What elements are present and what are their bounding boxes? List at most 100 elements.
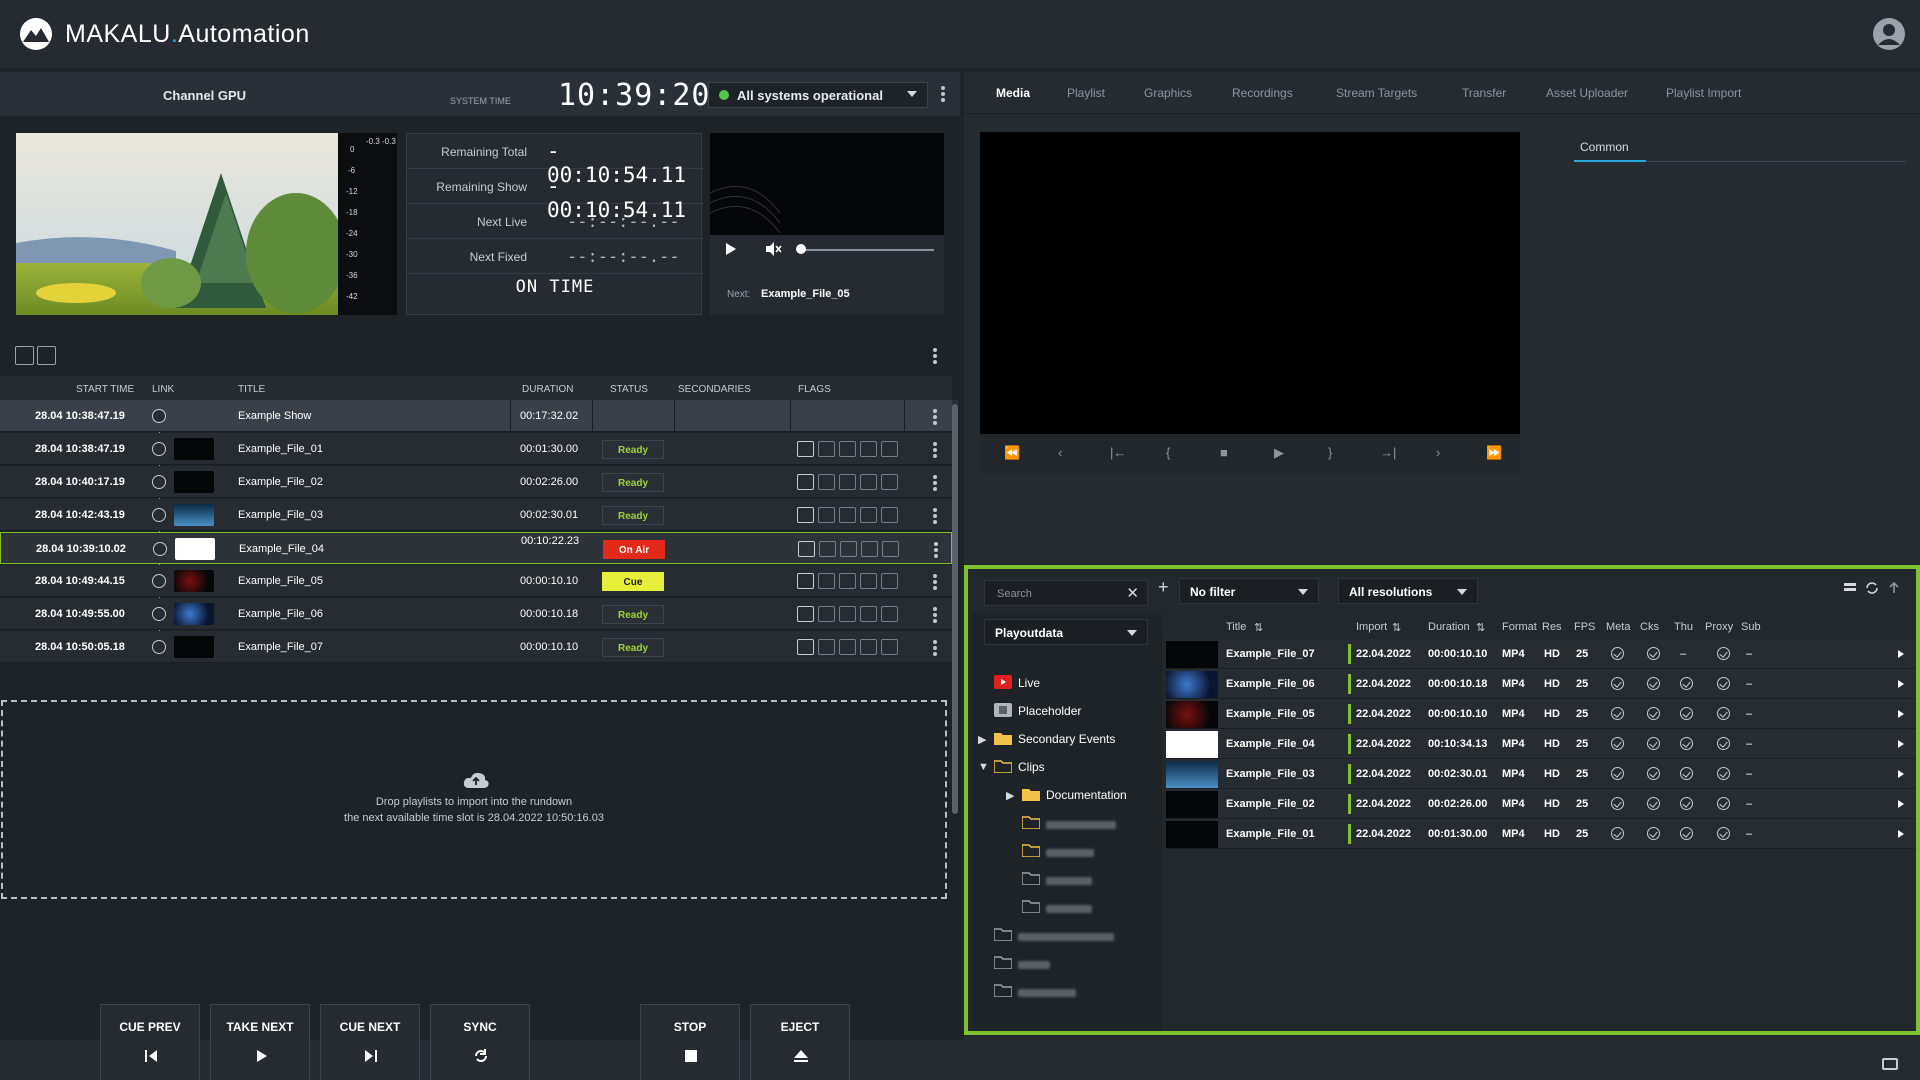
subtitle-flag-icon[interactable] (797, 573, 814, 589)
mark-out-icon[interactable]: } (1328, 445, 1332, 460)
search-input[interactable]: Search ✕ (984, 580, 1148, 606)
col-thu[interactable]: Thu (1674, 621, 1693, 633)
sort-icon[interactable]: ⇅ (1392, 621, 1401, 634)
upload-icon[interactable] (1887, 581, 1901, 595)
col-status[interactable]: STATUS (610, 384, 648, 395)
col-duration[interactable]: DURATION (522, 384, 573, 395)
col-meta[interactable]: Meta (1606, 621, 1630, 633)
chevron-down-icon[interactable]: ▼ (978, 761, 989, 773)
col-secondaries[interactable]: SECONDARIES (678, 384, 751, 395)
mute-icon[interactable] (764, 240, 782, 258)
rewind-fast-icon[interactable]: ⏪ (1004, 445, 1020, 461)
col-title[interactable]: Title (1226, 621, 1246, 633)
volume-slider-handle[interactable] (796, 244, 806, 254)
source-dropdown[interactable]: Playoutdata (984, 619, 1148, 645)
tab-playlist-import[interactable]: Playlist Import (1666, 86, 1741, 100)
chevron-right-icon[interactable]: ▶ (978, 733, 986, 746)
row-menu-icon[interactable] (934, 542, 938, 558)
play-icon[interactable] (1898, 770, 1904, 778)
col-format[interactable]: Format (1502, 621, 1537, 633)
tab-playlist[interactable]: Playlist (1067, 86, 1105, 100)
subtitle-flag-icon[interactable] (797, 639, 814, 655)
window-icon[interactable] (1882, 1058, 1898, 1070)
refresh-icon[interactable] (1865, 581, 1879, 595)
col-sub[interactable]: Sub (1741, 621, 1761, 633)
playlist-drop-zone[interactable]: Drop playlists to import into the rundow… (1, 700, 947, 899)
media-row[interactable]: Example_File_06 22.04.2022 00:00:10.18 M… (1166, 669, 1916, 699)
col-start-time[interactable]: START TIME (76, 384, 134, 395)
system-status-dropdown[interactable]: All systems operational (708, 82, 928, 108)
channel-menu-icon[interactable] (941, 86, 945, 102)
col-res[interactable]: Res (1542, 621, 1562, 633)
play-icon[interactable] (1898, 740, 1904, 748)
rundown-scrollbar[interactable] (952, 400, 958, 814)
go-to-out-icon[interactable]: →| (1380, 445, 1396, 460)
col-proxy[interactable]: Proxy (1705, 621, 1733, 633)
col-flags[interactable]: FLAGS (798, 384, 831, 395)
subtitle-flag-icon[interactable] (797, 474, 814, 490)
row-menu-icon[interactable] (933, 409, 937, 425)
add-icon[interactable]: + (1158, 577, 1169, 598)
eject-button[interactable]: EJECT (750, 1004, 850, 1080)
step-forward-icon[interactable]: › (1436, 445, 1440, 460)
play-icon[interactable] (1898, 710, 1904, 718)
row-menu-icon[interactable] (933, 607, 937, 623)
media-row[interactable]: Example_File_02 22.04.2022 00:02:26.00 M… (1166, 789, 1916, 819)
rundown-menu-icon[interactable] (933, 348, 937, 364)
media-row[interactable]: Example_File_04 22.04.2022 00:10:34.13 M… (1166, 729, 1916, 759)
rundown-row-on-air[interactable]: 28.04 10:39:10.02 Example_File_04 00:10:… (0, 532, 952, 564)
tab-transfer[interactable]: Transfer (1462, 86, 1506, 100)
rundown-row[interactable]: 28.04 10:40:17.19 Example_File_02 00:02:… (0, 466, 952, 498)
take-next-button[interactable]: TAKE NEXT (210, 1004, 310, 1080)
rundown-row[interactable]: 28.04 10:42:43.19 Example_File_03 00:02:… (0, 499, 952, 531)
lock-icon[interactable] (37, 346, 56, 365)
col-link[interactable]: LINK (152, 384, 174, 395)
media-row[interactable]: Example_File_03 22.04.2022 00:02:30.01 M… (1166, 759, 1916, 789)
subtitle-flag-icon[interactable] (798, 541, 815, 557)
tab-common[interactable]: Common (1580, 140, 1629, 154)
grid-view-icon[interactable] (1843, 581, 1857, 595)
rundown-row[interactable]: 28.04 10:49:55.00 Example_File_06 00:00:… (0, 598, 952, 630)
filter-dropdown[interactable]: No filter (1179, 578, 1319, 604)
row-menu-icon[interactable] (933, 640, 937, 656)
play-icon[interactable] (1898, 680, 1904, 688)
row-menu-icon[interactable] (933, 442, 937, 458)
chevron-right-icon[interactable]: ▶ (1006, 789, 1014, 802)
tab-asset-uploader[interactable]: Asset Uploader (1546, 86, 1628, 100)
rundown-show-row[interactable]: 28.04 10:38:47.19 Example Show 00:17:32.… (0, 400, 952, 432)
play-icon[interactable] (1898, 650, 1904, 658)
rundown-row[interactable]: 28.04 10:50:05.18 Example_File_07 00:00:… (0, 631, 952, 663)
rundown-row[interactable]: 28.04 10:49:44.15 Example_File_05 00:00:… (0, 565, 952, 597)
scrollbar-thumb[interactable] (952, 404, 958, 814)
sync-button[interactable]: SYNC (430, 1004, 530, 1080)
tab-media[interactable]: Media (996, 86, 1030, 100)
col-cks[interactable]: Cks (1640, 621, 1659, 633)
stop-button[interactable]: STOP (640, 1004, 740, 1080)
subtitle-flag-icon[interactable] (797, 441, 814, 457)
tab-stream-targets[interactable]: Stream Targets (1336, 86, 1417, 100)
resolution-dropdown[interactable]: All resolutions (1338, 578, 1478, 604)
go-to-in-icon[interactable]: |← (1110, 445, 1126, 460)
row-menu-icon[interactable] (933, 508, 937, 524)
play-icon[interactable] (726, 243, 736, 255)
sort-icon[interactable]: ⇅ (1476, 621, 1485, 634)
clear-search-icon[interactable]: ✕ (1126, 584, 1139, 602)
tab-recordings[interactable]: Recordings (1232, 86, 1293, 100)
col-title[interactable]: TITLE (238, 384, 265, 395)
play-icon[interactable] (1898, 830, 1904, 838)
row-menu-icon[interactable] (933, 574, 937, 590)
volume-slider[interactable] (798, 249, 934, 251)
tab-graphics[interactable]: Graphics (1144, 86, 1192, 100)
row-menu-icon[interactable] (933, 475, 937, 491)
col-import[interactable]: Import (1356, 621, 1387, 633)
refresh-icon[interactable] (15, 346, 34, 365)
col-fps[interactable]: FPS (1574, 621, 1595, 633)
cue-prev-button[interactable]: CUE PREV (100, 1004, 200, 1080)
cue-next-button[interactable]: CUE NEXT (320, 1004, 420, 1080)
media-row[interactable]: Example_File_07 22.04.2022 00:00:10.10 M… (1166, 639, 1916, 669)
play-icon[interactable] (1898, 800, 1904, 808)
media-row[interactable]: Example_File_01 22.04.2022 00:01:30.00 M… (1166, 819, 1916, 849)
rundown-row[interactable]: 28.04 10:38:47.19 Example_File_01 00:01:… (0, 433, 952, 465)
mark-in-icon[interactable]: { (1166, 445, 1170, 460)
subtitle-flag-icon[interactable] (797, 606, 814, 622)
